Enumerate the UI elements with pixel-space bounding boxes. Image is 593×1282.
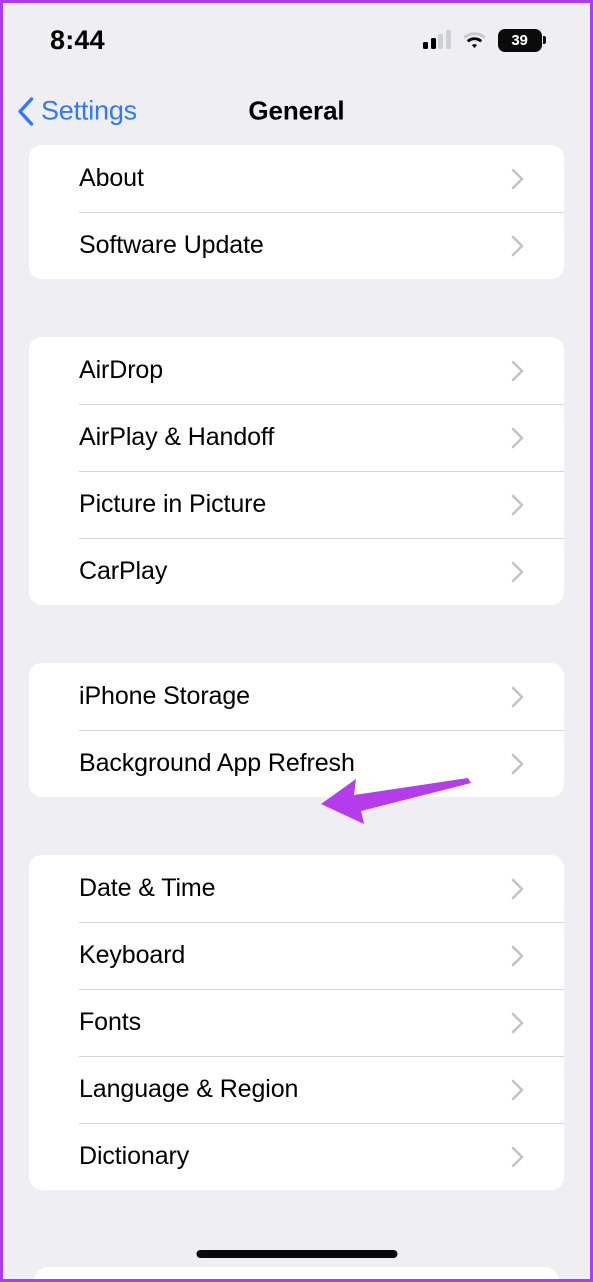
status-bar-time: 8:44 <box>50 24 105 55</box>
settings-list: About Software Update AirDrop AirPlay & … <box>3 145 590 1279</box>
battery-nub <box>543 36 546 44</box>
chevron-right-icon <box>511 427 524 448</box>
page-title: General <box>248 95 345 126</box>
bottom-sheet-edge <box>34 1267 559 1279</box>
settings-row-about[interactable]: About <box>29 145 564 212</box>
settings-row-language-region[interactable]: Language & Region <box>29 1056 564 1123</box>
chevron-right-icon <box>511 360 524 381</box>
battery-level-label: 39 <box>511 31 528 49</box>
settings-row-label: Background App Refresh <box>79 749 355 777</box>
chevron-right-icon <box>511 686 524 707</box>
settings-row-label: Language & Region <box>79 1075 299 1103</box>
chevron-right-icon <box>511 753 524 774</box>
status-bar: 8:44 39 <box>3 3 590 77</box>
settings-row-fonts[interactable]: Fonts <box>29 989 564 1056</box>
chevron-right-icon <box>511 561 524 582</box>
chevron-right-icon <box>511 1079 524 1100</box>
settings-row-label: iPhone Storage <box>79 682 250 710</box>
navigation-bar: Settings General <box>3 77 590 145</box>
chevron-right-icon <box>511 1012 524 1033</box>
settings-group: AirDrop AirPlay & Handoff Picture in Pic… <box>29 337 564 605</box>
chevron-right-icon <box>511 945 524 966</box>
settings-group: Date & Time Keyboard Fonts Language & Re… <box>29 855 564 1190</box>
settings-row-label: About <box>79 164 144 192</box>
chevron-right-icon <box>511 494 524 515</box>
home-indicator <box>196 1250 397 1258</box>
settings-row-background-app-refresh[interactable]: Background App Refresh <box>29 730 564 797</box>
settings-row-label: Date & Time <box>79 874 216 902</box>
chevron-right-icon <box>511 235 524 256</box>
status-bar-indicators: 39 <box>423 28 546 52</box>
settings-row-label: Software Update <box>79 231 264 259</box>
chevron-right-icon <box>511 878 524 899</box>
settings-row-label: AirPlay & Handoff <box>79 423 275 451</box>
settings-row-label: Fonts <box>79 1008 142 1036</box>
settings-row-picture-in-picture[interactable]: Picture in Picture <box>29 471 564 538</box>
settings-row-date-time[interactable]: Date & Time <box>29 855 564 922</box>
chevron-right-icon <box>511 1146 524 1167</box>
settings-row-label: Keyboard <box>79 941 186 969</box>
settings-row-carplay[interactable]: CarPlay <box>29 538 564 605</box>
settings-row-airdrop[interactable]: AirDrop <box>29 337 564 404</box>
iphone-screen: 8:44 39 Settings General About Software … <box>3 3 590 1279</box>
battery-icon: 39 <box>497 28 546 52</box>
settings-row-label: Dictionary <box>79 1142 190 1170</box>
settings-row-dictionary[interactable]: Dictionary <box>29 1123 564 1190</box>
settings-row-label: CarPlay <box>79 557 168 585</box>
settings-row-label: Picture in Picture <box>79 490 267 518</box>
settings-row-iphone-storage[interactable]: iPhone Storage <box>29 663 564 730</box>
settings-row-keyboard[interactable]: Keyboard <box>29 922 564 989</box>
chevron-right-icon <box>511 168 524 189</box>
settings-row-software-update[interactable]: Software Update <box>29 212 564 279</box>
settings-row-label: AirDrop <box>79 356 164 384</box>
settings-row-airplay-handoff[interactable]: AirPlay & Handoff <box>29 404 564 471</box>
wifi-icon <box>462 31 486 48</box>
cellular-signal-icon <box>423 30 451 49</box>
settings-group: About Software Update <box>29 145 564 279</box>
settings-group: iPhone Storage Background App Refresh <box>29 663 564 797</box>
